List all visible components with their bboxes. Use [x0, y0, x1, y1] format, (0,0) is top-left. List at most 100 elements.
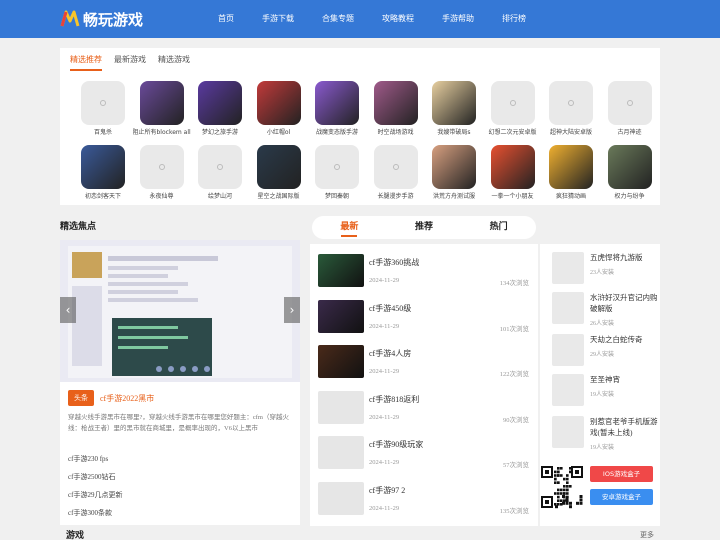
news-item[interactable]: cf手游90级玩家 2024-11-29 57次浏览 [318, 436, 533, 476]
game-name[interactable]: 绘梦山河 [191, 191, 249, 200]
slider-next-button[interactable]: › [284, 297, 300, 323]
nav-ranking[interactable]: 排行榜 [502, 0, 526, 38]
game-icon[interactable] [373, 145, 418, 189]
news-title[interactable]: cf手游818返利 [369, 394, 419, 405]
game-name[interactable]: 永夜仙尊 [133, 191, 191, 200]
game-name[interactable]: 初恋剑客天下 [74, 191, 132, 200]
tab-newest[interactable]: 最新 [312, 216, 387, 239]
ranking-game-icon[interactable] [552, 334, 584, 366]
game-icon[interactable] [549, 145, 593, 189]
game-icon[interactable] [315, 81, 359, 125]
ranking-game-icon[interactable] [552, 252, 584, 284]
game-icon[interactable] [490, 145, 535, 189]
game-icon[interactable] [139, 145, 184, 189]
game-icon[interactable] [81, 145, 125, 189]
game-icon[interactable] [198, 81, 242, 125]
game-name[interactable]: 权力与纷争 [601, 191, 659, 200]
ranking-game-title[interactable]: 五虎悍将九游版 [590, 252, 662, 263]
game-item[interactable]: 战魔变态版手游 [308, 81, 366, 136]
ranking-game-title[interactable]: 天劫之白蛇传奇 [590, 334, 662, 345]
ranking-game-title[interactable]: 别惹官老爷手机版游戏(暂未上线) [590, 416, 662, 438]
game-icon[interactable] [607, 145, 652, 189]
game-icon[interactable] [490, 81, 535, 125]
game-item[interactable]: 梦回秦朝 [308, 145, 366, 200]
tab-latest-games[interactable]: 最新游戏 [114, 54, 146, 71]
ranking-item[interactable]: 至圣神宵 19人安装 [552, 374, 660, 414]
game-name[interactable]: 梦回秦朝 [308, 191, 366, 200]
ranking-item[interactable]: 别惹官老爷手机版游戏(暂未上线) 19人安装 [552, 416, 660, 456]
android-download-button[interactable]: 安卓游戏盒子 [590, 489, 653, 505]
nav-home[interactable]: 首页 [218, 0, 234, 38]
news-thumbnail[interactable] [318, 390, 364, 424]
tab-recommend[interactable]: 推荐 [387, 216, 462, 239]
game-item[interactable]: 疯狂猜动画 [542, 145, 600, 200]
nav-collections[interactable]: 合集专题 [322, 0, 354, 38]
game-name[interactable]: 小红帽ol [250, 127, 308, 136]
focus-link[interactable]: cf手游300条款 [68, 504, 122, 522]
game-item[interactable]: 星空之战国际版 [250, 145, 308, 200]
game-item[interactable]: 超神大陆安卓版 [542, 81, 600, 136]
game-item[interactable]: 小红帽ol [250, 81, 308, 136]
game-item[interactable]: 长腿漫步手游 [367, 145, 425, 200]
ranking-item[interactable]: 五虎悍将九游版 23人安装 [552, 252, 660, 292]
ranking-game-title[interactable]: 至圣神宵 [590, 374, 662, 385]
game-name[interactable]: 超神大陆安卓版 [542, 127, 600, 136]
nav-guides[interactable]: 攻略教程 [382, 0, 414, 38]
news-thumbnail[interactable] [318, 481, 364, 515]
focus-headline[interactable]: 头条 cf手游2022黑市 [68, 390, 154, 406]
news-title[interactable]: cf手游4人房 [369, 348, 411, 359]
news-title[interactable]: cf手游360挑战 [369, 257, 419, 268]
slider-dot[interactable] [156, 366, 162, 372]
game-icon[interactable] [549, 81, 593, 125]
game-item[interactable]: 时空战场游戏 [367, 81, 425, 136]
tab-selected-games[interactable]: 精选游戏 [158, 54, 190, 71]
news-thumbnail[interactable] [318, 299, 364, 333]
news-title[interactable]: cf手游90级玩家 [369, 439, 423, 450]
game-name[interactable]: 百鬼杀 [74, 127, 132, 136]
game-name[interactable]: 梦幻之旅手游 [191, 127, 249, 136]
game-icon[interactable] [256, 145, 301, 189]
game-item[interactable]: 阻止所有blockem all [133, 81, 191, 136]
site-logo[interactable]: 畅玩游戏 [60, 7, 143, 31]
focus-slider[interactable]: ‹ › [60, 240, 300, 382]
game-icon[interactable] [139, 81, 184, 125]
game-name[interactable]: 星空之战国际版 [250, 191, 308, 200]
news-thumbnail[interactable] [318, 345, 364, 378]
tab-hot[interactable]: 热门 [461, 216, 536, 239]
game-name[interactable]: 长腿漫步手游 [367, 191, 425, 200]
game-name[interactable]: 疯狂猜动画 [542, 191, 600, 200]
news-item[interactable]: cf手游4人房 2024-11-29 122次浏览 [318, 345, 533, 385]
game-icon[interactable] [81, 81, 125, 125]
game-item[interactable]: 我嫂带破局s [425, 81, 483, 136]
game-item[interactable]: 古月神迹 [601, 81, 659, 136]
more-link[interactable]: 更多 [640, 530, 654, 540]
ranking-item[interactable]: 水浒好汉升官记内购破解版 26人安装 [552, 292, 660, 332]
game-name[interactable]: 时空战场游戏 [367, 127, 425, 136]
game-item[interactable]: 绘梦山河 [191, 145, 249, 200]
game-name[interactable]: 洪荒方舟测试服 [425, 191, 483, 200]
headline-text[interactable]: cf手游2022黑市 [100, 393, 154, 404]
news-title[interactable]: cf手游450级 [369, 303, 411, 314]
slider-dot[interactable] [204, 366, 210, 372]
ios-download-button[interactable]: IOS游戏盒子 [590, 466, 653, 482]
game-icon[interactable] [315, 145, 359, 189]
game-name[interactable]: 古月神迹 [601, 127, 659, 136]
tab-recommended[interactable]: 精选推荐 [70, 54, 102, 71]
ranking-game-title[interactable]: 水浒好汉升官记内购破解版 [590, 292, 662, 314]
focus-link[interactable]: cf手游29几点更新 [68, 486, 122, 504]
game-icon[interactable] [607, 81, 652, 125]
slider-dot[interactable] [168, 366, 174, 372]
game-item[interactable]: 百鬼杀 [74, 81, 132, 136]
game-item[interactable]: 幻想二次元安卓版 [484, 81, 542, 136]
news-item[interactable]: cf手游450级 2024-11-29 101次浏览 [318, 299, 533, 340]
game-item[interactable]: 洪荒方舟测试服 [425, 145, 483, 200]
focus-link[interactable]: cf手游230 fps [68, 450, 122, 468]
ranking-game-icon[interactable] [552, 416, 584, 448]
game-name[interactable]: 幻想二次元安卓版 [484, 127, 542, 136]
news-title[interactable]: cf手游97 2 [369, 485, 405, 496]
news-thumbnail[interactable] [318, 436, 364, 469]
game-icon[interactable] [373, 81, 418, 125]
game-icon[interactable] [256, 81, 301, 125]
nav-help[interactable]: 手游帮助 [442, 0, 474, 38]
news-item[interactable]: cf手游97 2 2024-11-29 135次浏览 [318, 481, 533, 522]
